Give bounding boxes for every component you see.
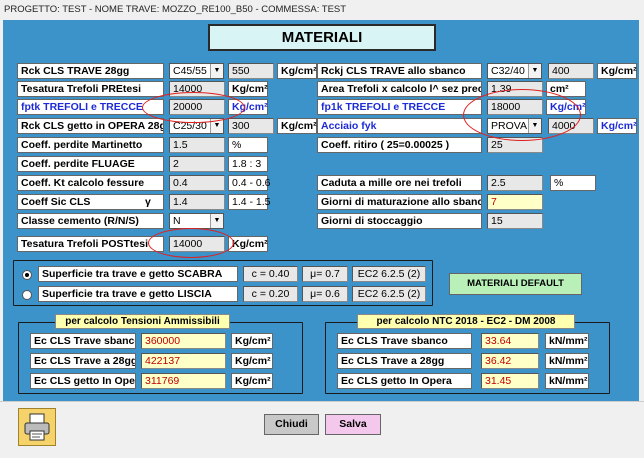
perdite-fluage-value[interactable]: 2 xyxy=(169,156,225,172)
tesatura-pretesi-label: Tesatura Trefoli PREtesi xyxy=(17,81,164,97)
tesatura-pretesi-unit: Kg/cm² xyxy=(228,81,268,97)
kt-fessure-value[interactable]: 0.4 xyxy=(169,175,225,191)
perdite-fluage-range: 1.8 : 3 xyxy=(228,156,268,172)
ec-28gg-label-left: Ec CLS Trave a 28gg xyxy=(30,353,136,369)
ec-sbanco-unit-left: Kg/cm² xyxy=(231,333,273,349)
perdite-martinetto-value[interactable]: 1.5 xyxy=(169,137,225,153)
chevron-down-icon[interactable]: ▼ xyxy=(528,64,541,78)
coeff-ritiro-label: Coeff. ritiro ( 25=0.00025 ) xyxy=(317,137,482,153)
rck-opera-unit: Kg/cm² xyxy=(277,118,317,134)
heading-box: MATERIALI xyxy=(208,24,436,51)
sic-cls-value[interactable]: 1.4 xyxy=(169,194,225,210)
salva-button[interactable]: Salva xyxy=(325,414,381,435)
tesatura-posttesi-label: Tesatura Trefoli POSTtesi xyxy=(17,236,164,252)
bottom-bar xyxy=(0,401,644,458)
ec-28gg-unit-right: kN/mm² xyxy=(545,353,589,369)
caduta-trefoli-label: Caduta a mille ore nei trefoli xyxy=(317,175,482,191)
window-title: PROGETTO: TEST - NOME TRAVE: MOZZO_RE100… xyxy=(0,0,644,20)
surface-scabra-ref: EC2 6.2.5 (2) xyxy=(352,266,426,282)
perdite-fluage-label: Coeff. perdite FLUAGE xyxy=(17,156,164,172)
surface-scabra-label[interactable]: Superficie tra trave e getto SCABRA xyxy=(38,266,238,282)
highlight-oval-fptk xyxy=(142,92,245,123)
kt-fessure-range: 0.4 - 0.6 xyxy=(228,175,271,191)
radio-scabra[interactable] xyxy=(22,270,32,280)
rckj-sbanco-value[interactable]: 400 xyxy=(548,63,594,79)
group-left-title: per calcolo Tensioni Ammissibili xyxy=(55,314,230,329)
rckj-sbanco-combo[interactable]: C32/40 ▼ xyxy=(487,63,542,79)
ec-28gg-unit-left: Kg/cm² xyxy=(231,353,273,369)
surface-liscia-label[interactable]: Superficie tra trave e getto LISCIA xyxy=(38,286,238,302)
sic-cls-range: 1.4 - 1.5 xyxy=(228,194,271,210)
rckj-sbanco-label: Rckj CLS TRAVE allo sbanco xyxy=(317,63,482,79)
fp1k-trefoli-label: fp1k TREFOLI e TRECCE xyxy=(317,99,482,115)
ec-opera-value-left: 311769 xyxy=(141,373,226,389)
page-title: MATERIALI xyxy=(281,29,363,46)
ec-sbanco-value-right: 33.64 xyxy=(481,333,539,349)
gamma-symbol: γ xyxy=(145,196,151,208)
ec-opera-label-right: Ec CLS getto In Opera xyxy=(337,373,472,389)
ec-opera-value-right: 31.45 xyxy=(481,373,539,389)
rckj-sbanco-unit: Kg/cm² xyxy=(597,63,637,79)
acciaio-fyk-unit: Kg/cm² xyxy=(597,118,637,134)
ec-opera-label-left: Ec CLS getto In Opera xyxy=(30,373,136,389)
highlight-oval-posttesi xyxy=(148,228,234,258)
rck-trave-value[interactable]: 550 xyxy=(228,63,274,79)
surface-scabra-c: c = 0.40 xyxy=(243,266,298,282)
ec-28gg-value-right: 36.42 xyxy=(481,353,539,369)
tesatura-posttesi-unit: Kg/cm² xyxy=(228,236,268,252)
print-button[interactable] xyxy=(18,408,56,446)
chevron-down-icon[interactable]: ▼ xyxy=(210,64,223,78)
surface-scabra-mu: μ= 0.7 xyxy=(302,266,348,282)
highlight-oval-fp1k xyxy=(463,89,581,141)
ec-sbanco-label-left: Ec CLS Trave sbanco xyxy=(30,333,136,349)
perdite-martinetto-unit: % xyxy=(228,137,268,153)
giorni-stoccaggio-label: Giorni di stoccaggio xyxy=(317,213,482,229)
kt-fessure-label: Coeff. Kt calcolo fessure xyxy=(17,175,164,191)
classe-cemento-label: Classe cemento (R/N/S) xyxy=(17,213,164,229)
caduta-trefoli-value[interactable]: 2.5 xyxy=(487,175,543,191)
rck-trave-label: Rck CLS TRAVE 28gg xyxy=(17,63,164,79)
chevron-down-icon[interactable]: ▼ xyxy=(210,214,223,228)
rck-trave-unit: Kg/cm² xyxy=(277,63,317,79)
caduta-trefoli-unit: % xyxy=(550,175,596,191)
sic-cls-label: Coeff Sic CLS γ xyxy=(17,194,164,210)
ec-sbanco-value-left: 360000 xyxy=(141,333,226,349)
chiudi-button[interactable]: Chiudi xyxy=(264,414,319,435)
surface-liscia-c: c = 0.20 xyxy=(243,286,298,302)
giorni-maturazione-value[interactable]: 7 xyxy=(487,194,543,210)
group-right-title: per calcolo NTC 2018 - EC2 - DM 2008 xyxy=(357,314,575,329)
ec-sbanco-label-right: Ec CLS Trave sbanco xyxy=(337,333,472,349)
printer-icon xyxy=(24,413,50,441)
ec-sbanco-unit-right: kN/mm² xyxy=(545,333,589,349)
surface-liscia-mu: μ= 0.6 xyxy=(302,286,348,302)
perdite-martinetto-label: Coeff. perdite Martinetto xyxy=(17,137,164,153)
ec-28gg-label-right: Ec CLS Trave a 28gg xyxy=(337,353,472,369)
giorni-stoccaggio-value[interactable]: 15 xyxy=(487,213,543,229)
ec-28gg-value-left: 422137 xyxy=(141,353,226,369)
radio-liscia[interactable] xyxy=(22,290,32,300)
ec-opera-unit-right: kN/mm² xyxy=(545,373,589,389)
surface-liscia-ref: EC2 6.2.5 (2) xyxy=(352,286,426,302)
rck-opera-label: Rck CLS getto in OPERA 28gg xyxy=(17,118,164,134)
rck-trave-combo[interactable]: C45/55 ▼ xyxy=(169,63,224,79)
classe-cemento-combo[interactable]: N ▼ xyxy=(169,213,224,229)
area-trefoli-label: Area Trefoli x calcolo l^ sez prec xyxy=(317,81,482,97)
rck-opera-value[interactable]: 300 xyxy=(228,118,274,134)
giorni-maturazione-label: Giorni di maturazione allo sbanco xyxy=(317,194,482,210)
materiali-default-button[interactable]: MATERIALI DEFAULT xyxy=(449,273,582,295)
acciaio-fyk-label: Acciaio fyk xyxy=(317,118,482,134)
ec-opera-unit-left: Kg/cm² xyxy=(231,373,273,389)
